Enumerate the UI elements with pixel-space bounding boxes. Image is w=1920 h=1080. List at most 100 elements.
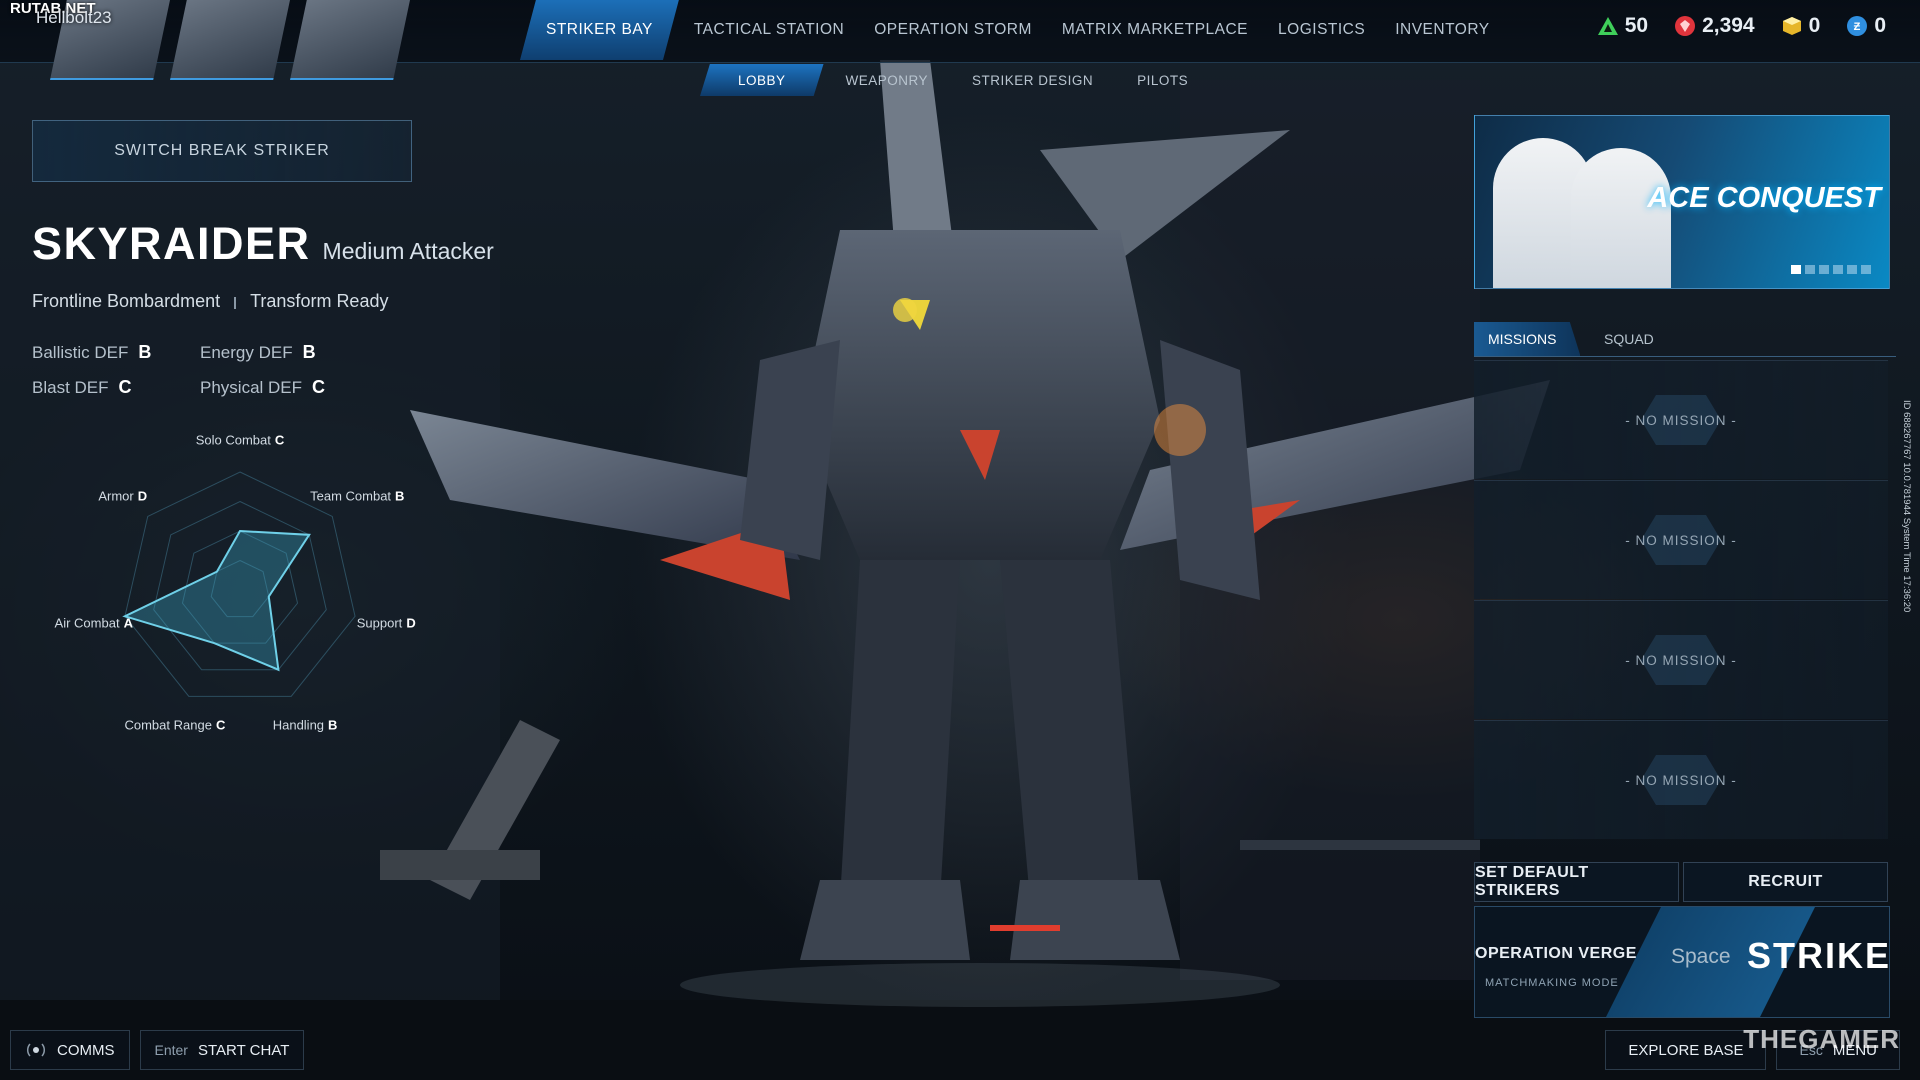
currency-bar: 50 2,394 0 Ƶ 0 xyxy=(1597,14,1886,38)
comms-button[interactable]: COMMS xyxy=(10,1030,130,1070)
explore-label: EXPLORE BASE xyxy=(1628,1041,1744,1059)
system-info: ID 688267767 10.0.781944 System Time 17:… xyxy=(1901,400,1912,613)
banner-page-dot[interactable] xyxy=(1861,265,1871,274)
event-banner[interactable]: ACE CONQUEST xyxy=(1474,115,1890,289)
tab-striker-bay[interactable]: STRIKER BAY xyxy=(520,0,679,60)
radar-axis-name: Team Combat xyxy=(310,488,392,504)
red-gem-icon xyxy=(1675,16,1696,36)
radar-axis-grade: D xyxy=(137,488,148,504)
mission-label: - NO MISSION - xyxy=(1625,772,1737,788)
recruit-button[interactable]: RECRUIT xyxy=(1683,862,1888,902)
radar-axis-grade: C xyxy=(274,432,285,448)
tab-tactical-station[interactable]: TACTICAL STATION xyxy=(679,0,859,60)
matchmaking-mode[interactable]: OPERATION VERGE xyxy=(1475,945,1637,963)
def-label: Ballistic DEF xyxy=(32,343,129,362)
broadcast-icon xyxy=(26,1043,46,1057)
player-name: Hellbolt23 xyxy=(36,8,112,27)
def-label: Physical DEF xyxy=(200,378,303,397)
switch-break-striker-button[interactable]: SWITCH BREAK STRIKER xyxy=(32,120,412,182)
main-nav: STRIKER BAY TACTICAL STATION OPERATION S… xyxy=(520,0,1505,60)
currency-value: 0 xyxy=(1874,14,1886,37)
radar-axis-label: Support D xyxy=(357,616,416,631)
mission-slot[interactable]: - NO MISSION - xyxy=(1474,600,1888,719)
svg-text:Ƶ: Ƶ xyxy=(1854,21,1861,33)
tab-operation-storm[interactable]: OPERATION STORM xyxy=(859,0,1047,60)
gold-cube-icon xyxy=(1782,17,1801,35)
mission-label: - NO MISSION - xyxy=(1625,412,1737,428)
banner-page-dot[interactable] xyxy=(1819,265,1829,274)
def-grade: C xyxy=(312,377,326,397)
banner-pagination xyxy=(1791,265,1871,274)
subtab-striker-design[interactable]: STRIKER DESIGN xyxy=(950,64,1115,96)
radar-axis-label: Solo Combat C xyxy=(196,433,285,448)
green-triangle-icon xyxy=(1597,17,1618,35)
radar-axis-label: Armor D xyxy=(98,489,147,504)
promo-figure xyxy=(1571,148,1671,288)
mission-slot[interactable]: - NO MISSION - xyxy=(1474,480,1888,599)
strike-panel[interactable]: OPERATION VERGE MATCHMAKING MODE Space S… xyxy=(1474,906,1890,1018)
panel-tabs: MISSIONS SQUAD xyxy=(1474,322,1896,357)
currency-blue[interactable]: Ƶ 0 xyxy=(1846,14,1886,38)
mission-slot[interactable]: - NO MISSION - xyxy=(1474,360,1888,479)
currency-gold[interactable]: 0 xyxy=(1781,14,1821,38)
radar-axis-name: Combat Range xyxy=(124,717,212,733)
set-default-strikers-button[interactable]: SET DEFAULT STRIKERS xyxy=(1474,862,1679,902)
mission-label: - NO MISSION - xyxy=(1625,532,1737,548)
def-grade: B xyxy=(138,342,152,362)
striker-class: Medium Attacker xyxy=(322,238,494,264)
tab-inventory[interactable]: INVENTORY xyxy=(1380,0,1504,60)
mission-slot[interactable]: - NO MISSION - xyxy=(1474,720,1888,839)
banner-page-dot[interactable] xyxy=(1791,265,1801,274)
def-label: Blast DEF xyxy=(32,378,109,397)
tab-matrix-marketplace[interactable]: MATRIX MARKETPLACE xyxy=(1047,0,1263,60)
radar-axis-label: Combat Range C xyxy=(124,718,225,733)
radar-axis-label: Team Combat B xyxy=(310,489,404,504)
striker-portrait[interactable] xyxy=(170,0,290,80)
defense-blast: Blast DEF C xyxy=(32,377,132,398)
matchmaking-mode-label: MATCHMAKING MODE xyxy=(1485,977,1619,989)
trait: Transform Ready xyxy=(250,291,389,311)
banner-page-dot[interactable] xyxy=(1833,265,1843,274)
currency-value: 2,394 xyxy=(1702,14,1755,37)
start-chat-button[interactable]: Enter START CHAT xyxy=(139,1030,305,1070)
currency-value: 50 xyxy=(1624,14,1649,37)
radar-axis-grade: B xyxy=(328,717,338,733)
banner-page-dot[interactable] xyxy=(1805,265,1815,274)
subtab-lobby[interactable]: LOBBY xyxy=(700,64,824,96)
tab-missions[interactable]: MISSIONS xyxy=(1474,322,1581,356)
bottom-left-controls: COMMS Enter START CHAT xyxy=(10,1030,305,1070)
defense-ballistic: Ballistic DEF B xyxy=(32,342,151,363)
def-label: Energy DEF xyxy=(200,343,293,362)
radar-axis-name: Handling xyxy=(272,717,325,733)
radar-axis-grade: C xyxy=(215,717,226,733)
radar-axis-name: Air Combat xyxy=(54,615,120,631)
watermark-thegamer: THEGAMER xyxy=(1743,1024,1900,1054)
currency-red[interactable]: 2,394 xyxy=(1674,14,1755,38)
radar-axis-grade: B xyxy=(395,488,405,504)
performance-radar-chart: Solo Combat C Team Combat B Support D Handling… xyxy=(0,433,480,740)
subtab-pilots[interactable]: PILOTS xyxy=(1115,64,1210,96)
trait: Frontline Bombardment xyxy=(32,291,221,311)
radar-axis-grade: D xyxy=(406,615,416,631)
radar-axis-label: Air Combat A xyxy=(55,616,133,631)
blue-coin-icon: Ƶ xyxy=(1847,16,1868,36)
action-row: SET DEFAULT STRIKERS RECRUIT xyxy=(1474,862,1888,902)
def-grade: C xyxy=(118,377,132,397)
banner-page-dot[interactable] xyxy=(1847,265,1857,274)
striker-traits: Frontline Bombardment Transform Ready xyxy=(32,291,388,312)
currency-value: 0 xyxy=(1808,14,1821,37)
currency-green[interactable]: 50 xyxy=(1597,14,1648,38)
radar-axis-grade: A xyxy=(123,615,133,631)
subtab-weaponry[interactable]: WEAPONRY xyxy=(824,64,951,96)
sub-nav: LOBBY WEAPONRY STRIKER DESIGN PILOTS xyxy=(700,64,1210,96)
defense-energy: Energy DEF B xyxy=(200,342,316,363)
strike-button[interactable]: STRIKE xyxy=(1747,935,1889,977)
tab-squad[interactable]: SQUAD xyxy=(1604,322,1654,356)
tab-logistics[interactable]: LOGISTICS xyxy=(1263,0,1380,60)
pilot-portrait[interactable] xyxy=(290,0,410,80)
radar-axis-label: Handling B xyxy=(273,718,338,733)
trait-divider xyxy=(234,297,237,309)
chat-label: START CHAT xyxy=(197,1041,290,1059)
defense-physical: Physical DEF C xyxy=(200,377,325,398)
key-hint: Enter xyxy=(154,1042,188,1058)
